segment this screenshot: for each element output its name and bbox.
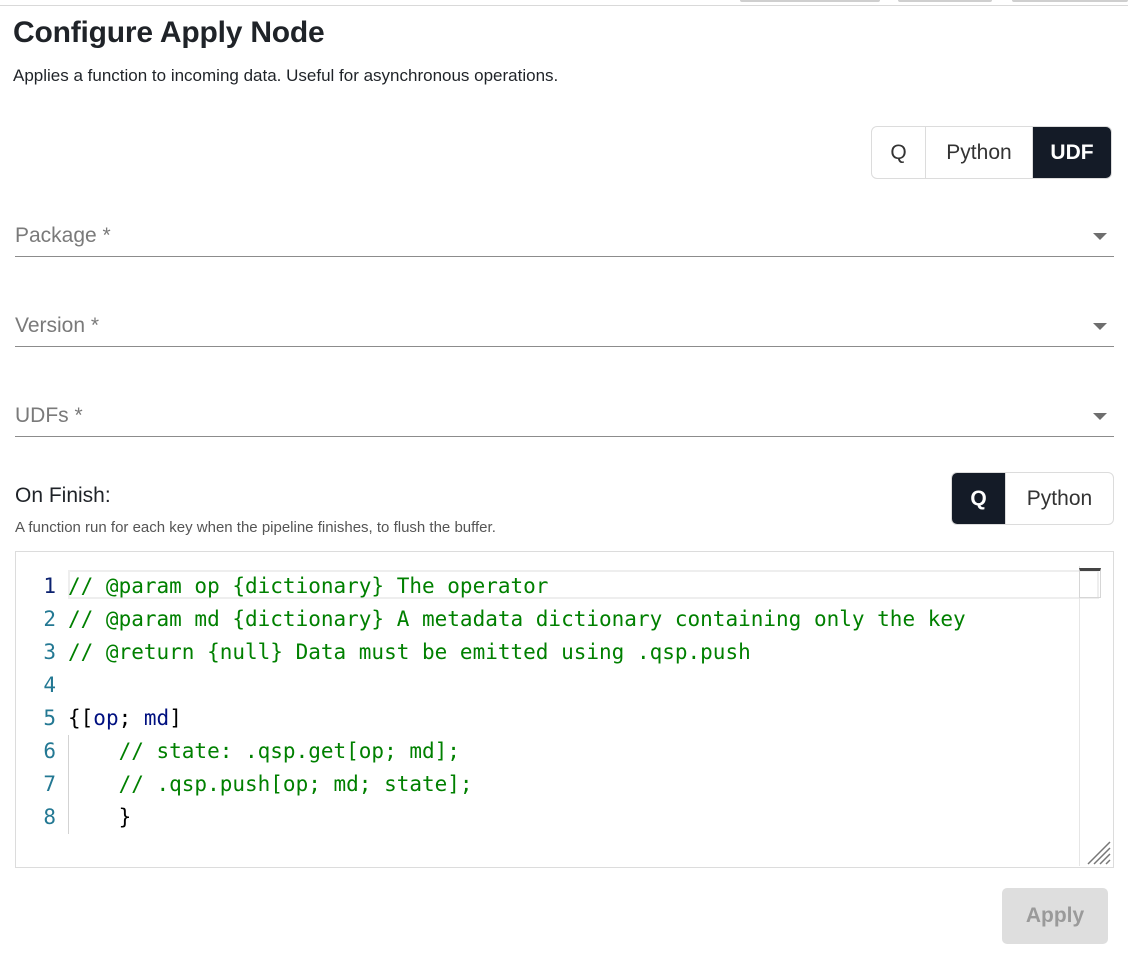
chevron-down-icon	[1093, 233, 1107, 240]
on-finish-option-python[interactable]: Python	[1005, 473, 1113, 524]
top-tab-edge	[898, 0, 992, 2]
code-line: {[op; md]	[68, 702, 1078, 735]
code-line: // @param op {dictionary} The operator	[68, 570, 1078, 603]
on-finish-label: On Finish:	[15, 484, 111, 507]
language-option-q[interactable]: Q	[872, 127, 925, 178]
udfs-select[interactable]: UDFs *	[15, 392, 1114, 437]
line-number: 3	[43, 640, 56, 664]
line-number: 5	[43, 706, 56, 730]
resize-handle-icon[interactable]	[1085, 839, 1111, 865]
code-token: // @param md {dictionary} A metadata dic…	[68, 607, 966, 631]
on-finish-hint: A function run for each key when the pip…	[15, 519, 496, 536]
code-token: {[	[68, 706, 94, 730]
language-option-udf[interactable]: UDF	[1032, 127, 1111, 178]
on-finish-option-q[interactable]: Q	[952, 473, 1005, 524]
chevron-down-icon	[1093, 323, 1107, 330]
code-line: // @param md {dictionary} A metadata dic…	[68, 603, 1078, 636]
top-divider	[0, 5, 1128, 6]
on-finish-language-toggle: Q Python	[951, 472, 1114, 525]
code-line: }	[68, 801, 1078, 834]
top-tab-edge	[1012, 0, 1128, 2]
package-label: Package *	[15, 224, 111, 247]
version-select[interactable]: Version *	[15, 302, 1114, 347]
code-line: // .qsp.push[op; md; state];	[68, 768, 1078, 801]
code-editor[interactable]: 1 2 3 4 5 6 7 8 // @param op {dictionary} The o…	[15, 551, 1114, 868]
line-number-gutter: 1 2 3 4 5 6 7 8	[16, 570, 56, 834]
language-option-python[interactable]: Python	[925, 127, 1032, 178]
code-lines[interactable]: // @param op {dictionary} The operator //…	[68, 570, 1078, 834]
chevron-down-icon	[1093, 413, 1107, 420]
code-line: // state: .qsp.get[op; md];	[68, 735, 1078, 768]
page-title: Configure Apply Node	[13, 16, 325, 49]
code-token: op	[93, 706, 119, 730]
udfs-label: UDFs *	[15, 404, 83, 427]
code-token: // @param op {dictionary} The operator	[68, 574, 549, 598]
code-token: // @return {null} Data must be emitted u…	[68, 640, 751, 664]
scrollbar-track	[1079, 566, 1080, 866]
top-tab-edge	[740, 0, 880, 2]
package-select[interactable]: Package *	[15, 212, 1114, 257]
scrollbar-thumb[interactable]	[1079, 568, 1101, 598]
line-number: 6	[43, 739, 56, 763]
line-number: 4	[43, 673, 56, 697]
code-token: // state: .qsp.get[op; md];	[68, 739, 460, 763]
line-number: 8	[43, 805, 56, 829]
code-token: ]	[169, 706, 182, 730]
apply-button[interactable]: Apply	[1002, 888, 1108, 944]
code-line: // @return {null} Data must be emitted u…	[68, 636, 1078, 669]
line-number: 7	[43, 772, 56, 796]
code-token: md	[143, 706, 170, 730]
code-token: ;	[118, 706, 144, 730]
language-toggle: Q Python UDF	[871, 126, 1112, 179]
code-token: // .qsp.push[op; md; state];	[68, 772, 473, 796]
code-token: }	[68, 805, 132, 829]
line-number: 2	[43, 607, 56, 631]
page-subtitle: Applies a function to incoming data. Use…	[13, 66, 559, 85]
version-label: Version *	[15, 314, 100, 337]
line-number: 1	[43, 574, 56, 598]
